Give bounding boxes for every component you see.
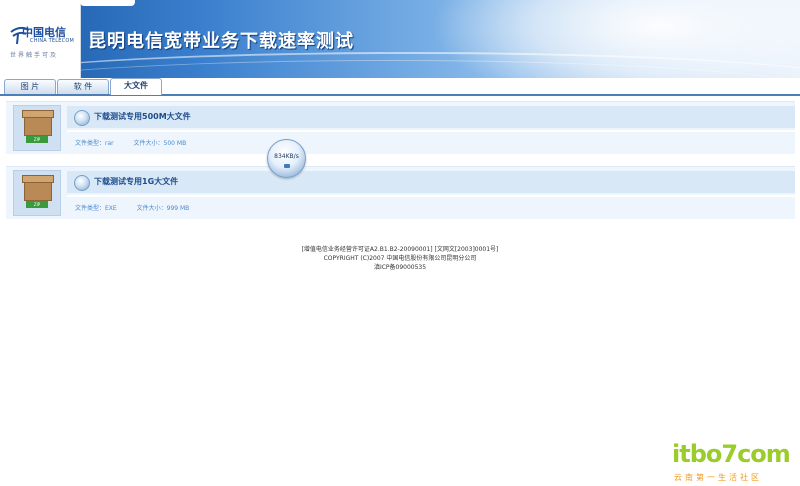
header-top-tab bbox=[80, 0, 135, 6]
footer-license: [增值电信业务经营许可证A2.B1.B2-20090001] [文网文[2003… bbox=[301, 246, 499, 253]
watermark-logo: itbo7com 云南第一生活社区 bbox=[670, 440, 800, 486]
tab-software[interactable]: 软 件 bbox=[57, 79, 109, 94]
divider bbox=[67, 195, 795, 197]
file-card: ZIP 下载测试专用500M大文件 文件类型：rar 文件大小：500 MB bbox=[6, 101, 795, 154]
zip-box-icon[interactable]: ZIP bbox=[13, 170, 61, 216]
tab-images[interactable]: 图 片 bbox=[4, 79, 56, 94]
file-meta: 文件类型：rar 文件大小：500 MB bbox=[75, 138, 204, 147]
file-meta: 文件类型：EXE 文件大小：999 MB bbox=[75, 203, 207, 212]
speed-arrow-icon bbox=[284, 164, 290, 168]
speed-indicator[interactable]: 834KB/s bbox=[267, 139, 306, 178]
file-type: 文件类型：rar bbox=[75, 140, 114, 147]
footer-copyright: COPYRIGHT (C)2007 中国电信股份有限公司昆明分公司 bbox=[323, 255, 477, 262]
footer-icp: 滇ICP备09000535 bbox=[373, 264, 427, 271]
box-lid bbox=[22, 110, 54, 118]
zip-box-icon[interactable]: ZIP bbox=[13, 105, 61, 151]
file-size: 文件大小：999 MB bbox=[136, 205, 190, 212]
globe-bullet-icon bbox=[74, 110, 90, 126]
file-download-link[interactable]: 下载测试专用500M大文件 bbox=[94, 111, 191, 122]
zip-tag: ZIP bbox=[26, 136, 48, 143]
watermark-subtitle: 云南第一生活社区 bbox=[674, 473, 762, 482]
zip-tag: ZIP bbox=[26, 201, 48, 208]
logo-slogan: 世界触手可及 bbox=[10, 52, 59, 59]
file-type: 文件类型：EXE bbox=[75, 205, 117, 212]
footer: [增值电信业务经营许可证A2.B1.B2-20090001] [文网文[2003… bbox=[0, 245, 800, 272]
divider bbox=[67, 130, 795, 132]
globe-bullet-icon bbox=[74, 175, 90, 191]
file-card: ZIP 下载测试专用1G大文件 文件类型：EXE 文件大小：999 MB bbox=[6, 166, 795, 219]
header-banner: 中国电信 CHINA TELECOM 世界触手可及 昆明电信宽带业务下载速率测试 bbox=[0, 0, 800, 78]
tab-large-files[interactable]: 大文件 bbox=[110, 78, 162, 95]
file-title-row: 下载测试专用500M大文件 bbox=[67, 106, 795, 128]
watermark-text: itbo7com bbox=[672, 440, 791, 468]
file-download-link[interactable]: 下载测试专用1G大文件 bbox=[94, 176, 178, 187]
file-title-row: 下载测试专用1G大文件 bbox=[67, 171, 795, 193]
page-title: 昆明电信宽带业务下载速率测试 bbox=[88, 31, 354, 52]
logo[interactable]: 中国电信 CHINA TELECOM 世界触手可及 bbox=[0, 0, 81, 78]
speed-value: 834KB/s bbox=[274, 153, 299, 160]
file-size: 文件大小：500 MB bbox=[133, 140, 187, 147]
logo-text-en: CHINA TELECOM bbox=[30, 38, 74, 44]
box-lid bbox=[22, 175, 54, 183]
